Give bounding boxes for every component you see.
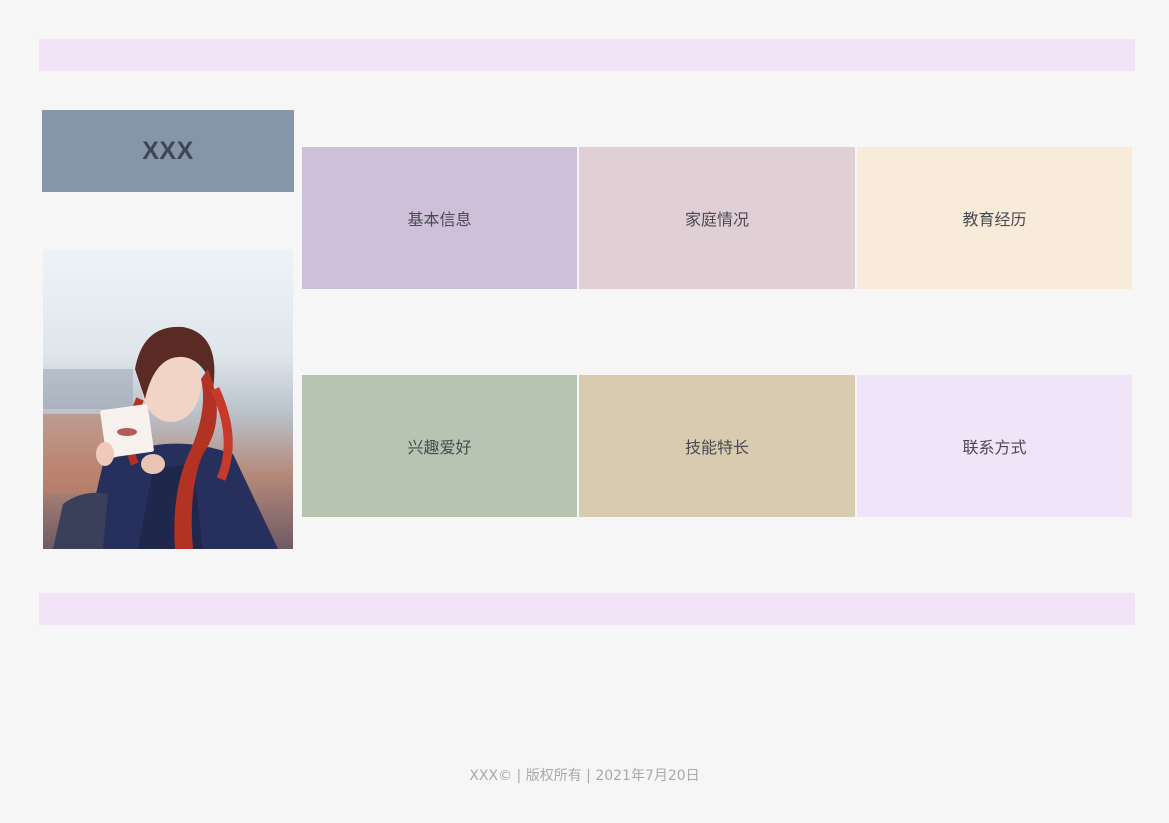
top-decorative-bar xyxy=(39,39,1135,71)
bottom-decorative-bar xyxy=(39,593,1135,625)
footer-copyright: XXX© | 版权所有 | 2021年7月20日 xyxy=(469,768,700,784)
nav-tile-label: 基本信息 xyxy=(407,210,472,229)
nav-tile-family[interactable]: 家庭情况 xyxy=(579,147,855,289)
nav-tile-basic-info[interactable]: 基本信息 xyxy=(302,147,577,289)
nav-tile-hobbies[interactable]: 兴趣爱好 xyxy=(302,375,577,517)
name-header-box: XXX xyxy=(42,110,294,192)
nav-tile-label: 教育经历 xyxy=(962,210,1027,229)
nav-tile-education[interactable]: 教育经历 xyxy=(857,147,1132,289)
nav-tile-contact[interactable]: 联系方式 xyxy=(857,375,1132,517)
owner-name: XXX xyxy=(142,136,194,165)
nav-tile-label: 技能特长 xyxy=(684,438,749,457)
nav-tile-skills[interactable]: 技能特长 xyxy=(579,375,855,517)
profile-photo xyxy=(43,249,293,549)
nav-tile-label: 兴趣爱好 xyxy=(407,438,472,457)
nav-tile-label: 家庭情况 xyxy=(684,210,749,229)
nav-tile-label: 联系方式 xyxy=(962,438,1027,457)
